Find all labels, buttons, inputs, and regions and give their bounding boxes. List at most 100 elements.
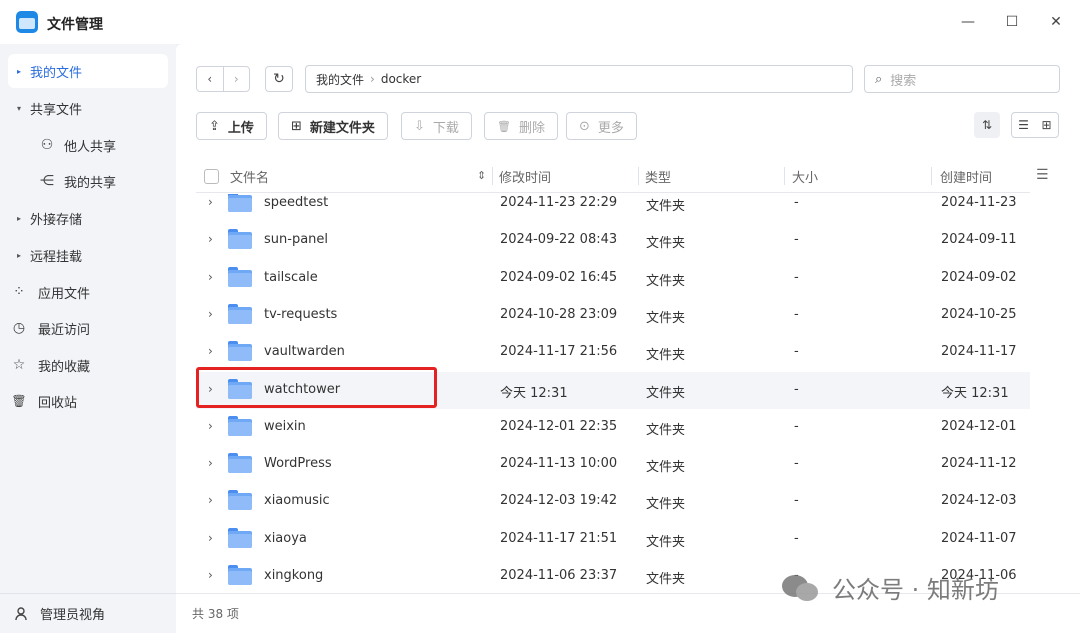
sidebar-item-shared-with-me[interactable]: ⚇ 他人共享 (32, 128, 168, 162)
expand-chevron-icon[interactable]: › (208, 307, 213, 321)
sidebar-item-external-storage[interactable]: ▸ 外接存储 (8, 201, 168, 235)
expand-chevron-icon[interactable]: › (208, 195, 213, 209)
download-button[interactable]: ⇩ 下载 (401, 112, 472, 140)
minimize-button[interactable]: — (958, 12, 978, 32)
upload-button[interactable]: ⇪ 上传 (196, 112, 267, 140)
file-type: 文件夹 (646, 199, 686, 214)
search-input[interactable]: ⌕ 搜索 (864, 65, 1060, 93)
table-header: 文件名 ⇕ 修改时间 类型 大小 创建时间 (196, 159, 1030, 193)
file-type: 文件夹 (646, 460, 686, 476)
sidebar-item-my-files[interactable]: ▸ 我的文件 (8, 54, 168, 88)
column-header-created[interactable]: 创建时间 (940, 167, 992, 186)
table-row[interactable]: › WordPress 2024-11-13 10:00 文件夹 - 2024-11-12 (196, 446, 1030, 483)
breadcrumb[interactable]: 我的文件 › docker (305, 65, 853, 93)
table-row[interactable]: › weixin 2024-12-01 22:35 文件夹 - 2024-12-01 (196, 409, 1030, 446)
folder-icon (228, 453, 252, 474)
folder-icon (228, 490, 252, 511)
download-label: 下载 (432, 120, 459, 136)
sidebar-item-recent[interactable]: ◷ 最近访问 (8, 311, 168, 345)
sort-button[interactable]: ⇅ (974, 112, 1000, 138)
expand-chevron-icon[interactable]: › (208, 270, 213, 284)
table-row[interactable]: › tailscale 2024-09-02 16:45 文件夹 - 2024-09-02 (196, 260, 1030, 297)
file-size: - (794, 381, 799, 397)
forward-button[interactable]: › (222, 67, 250, 91)
breadcrumb-item-docker[interactable]: docker (381, 72, 421, 86)
sidebar-item-label: 我的收藏 (38, 359, 91, 375)
list-view-icon[interactable]: ☰ (1012, 113, 1035, 137)
sidebar-item-label: 应用文件 (38, 286, 91, 302)
folder-icon (228, 229, 252, 250)
close-button[interactable]: ✕ (1046, 12, 1066, 32)
file-name[interactable]: speedtest (264, 195, 328, 210)
expand-chevron-icon[interactable]: › (208, 232, 213, 246)
table-row[interactable]: › sun-panel 2024-09-22 08:43 文件夹 - 2024-09-11 (196, 222, 1030, 259)
expand-chevron-icon[interactable]: › (208, 531, 213, 545)
star-icon: ☆ (12, 357, 26, 373)
maximize-button[interactable]: ☐ (1002, 12, 1022, 32)
file-type: 文件夹 (646, 497, 686, 513)
watermark-text: 公众号 · 知新坊 (832, 576, 999, 604)
folder-icon (228, 341, 252, 362)
file-name[interactable]: vaultwarden (264, 344, 345, 359)
sidebar-item-favorites[interactable]: ☆ 我的收藏 (8, 348, 168, 382)
caret-down-icon: ▾ (16, 103, 21, 113)
admin-view-toggle[interactable]: 管理员视角 (0, 593, 176, 633)
file-manager-app-icon (16, 11, 38, 33)
file-name[interactable]: WordPress (264, 456, 332, 471)
sort-arrows-icon[interactable]: ⇕ (477, 169, 486, 182)
modified-time: 2024-12-01 22:35 (500, 418, 618, 434)
table-row[interactable]: › tv-requests 2024-10-28 23:09 文件夹 - 2024-10-… (196, 297, 1030, 334)
table-row[interactable]: › xiaoya 2024-11-17 21:51 文件夹 - 2024-11-07 (196, 521, 1030, 558)
highlight-annotation (196, 367, 437, 408)
file-name[interactable]: xiaomusic (264, 493, 330, 508)
created-time: 2024-12-01 (941, 418, 1017, 434)
expand-chevron-icon[interactable]: › (208, 456, 213, 470)
table-row[interactable]: › vaultwarden 2024-11-17 21:56 文件夹 - 2024-11-… (196, 334, 1030, 371)
history-nav: ‹ › (196, 66, 250, 92)
file-name[interactable]: tv-requests (264, 307, 337, 322)
expand-chevron-icon[interactable]: › (208, 493, 213, 507)
sidebar-item-label: 我的文件 (30, 65, 83, 81)
modified-time: 2024-10-28 23:09 (500, 306, 618, 322)
column-header-size[interactable]: 大小 (792, 167, 818, 186)
breadcrumb-item-my-files[interactable]: 我的文件 (316, 71, 364, 88)
expand-chevron-icon[interactable]: › (208, 419, 213, 433)
file-name[interactable]: xingkong (264, 568, 323, 583)
column-settings-icon[interactable]: ☰ (1036, 167, 1049, 183)
select-all-checkbox[interactable] (204, 169, 219, 184)
sidebar-item-remote-mount[interactable]: ▸ 远程挂载 (8, 238, 168, 272)
sidebar-item-recycle-bin[interactable]: 🗑 回收站 (8, 384, 168, 418)
refresh-button[interactable]: ↻ (265, 66, 293, 92)
column-header-type[interactable]: 类型 (645, 167, 671, 186)
caret-right-icon: ▸ (16, 213, 21, 223)
column-header-modified[interactable]: 修改时间 (499, 167, 551, 186)
delete-button[interactable]: 🗑 删除 (484, 112, 558, 140)
modified-time: 2024-11-06 23:37 (500, 568, 618, 583)
sidebar-item-shared-files[interactable]: ▾ 共享文件 (8, 91, 168, 125)
grid-view-icon[interactable]: ⊞ (1035, 113, 1058, 137)
sidebar-item-label: 他人共享 (64, 139, 117, 155)
created-time: 2024-09-11 (941, 232, 1017, 248)
sidebar-item-label: 回收站 (38, 395, 78, 411)
watermark: 公众号 · 知新坊 (782, 570, 999, 605)
sidebar-item-my-shares[interactable]: ⋲ 我的共享 (32, 164, 168, 198)
file-name[interactable]: xiaoya (264, 531, 307, 546)
table-row[interactable]: › xiaomusic 2024-12-03 19:42 文件夹 - 2024-12-03 (196, 483, 1030, 520)
new-folder-button[interactable]: ⊞ 新建文件夹 (278, 112, 388, 140)
file-name[interactable]: sun-panel (264, 232, 328, 247)
delete-label: 删除 (518, 120, 545, 136)
file-size: - (794, 306, 799, 322)
expand-chevron-icon[interactable]: › (208, 568, 213, 582)
file-name[interactable]: tailscale (264, 270, 318, 285)
column-header-name[interactable]: 文件名 (230, 167, 269, 186)
sidebar-item-app-files[interactable]: ⁘ 应用文件 (8, 275, 168, 309)
back-button[interactable]: ‹ (197, 67, 223, 91)
table-row[interactable]: › speedtest 2024-11-23 22:29 文件夹 - 2024-11-23 (196, 194, 1030, 222)
search-icon: ⌕ (875, 71, 883, 87)
file-name[interactable]: weixin (264, 419, 306, 434)
folder-icon (228, 415, 252, 436)
modified-time: 2024-11-13 10:00 (500, 456, 618, 472)
more-button[interactable]: ⊙ 更多 (566, 112, 637, 140)
new-folder-icon: ⊞ (291, 118, 302, 134)
expand-chevron-icon[interactable]: › (208, 344, 213, 358)
